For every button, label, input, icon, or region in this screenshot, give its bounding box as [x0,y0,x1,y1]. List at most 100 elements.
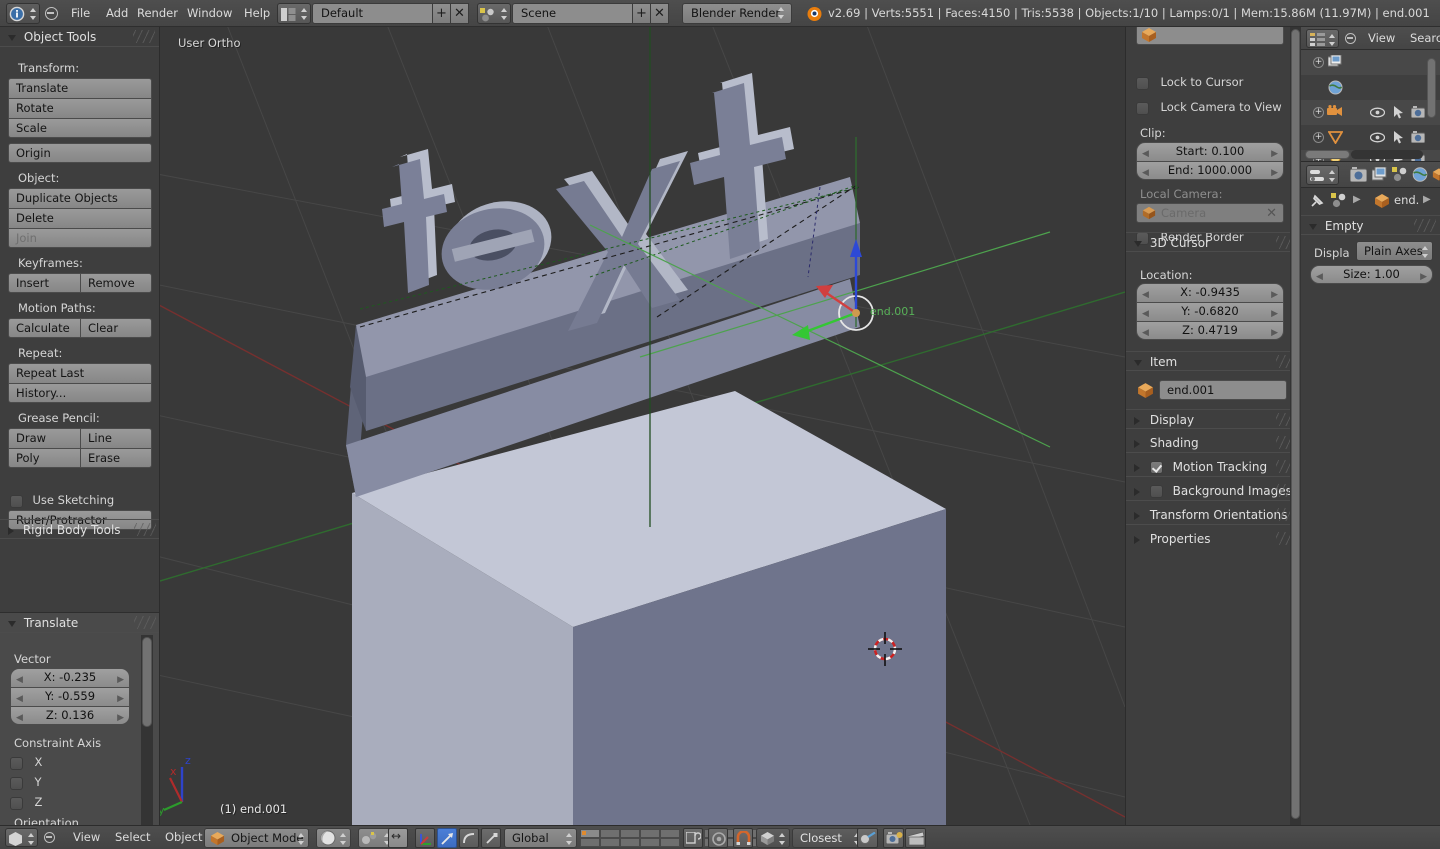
outliner-horizontal-scrollbar[interactable] [1305,150,1350,159]
constraint-axis-y-row[interactable]: Y [10,775,42,790]
cursor-arrow-icon[interactable] [1394,131,1405,144]
decrement-arrow-icon[interactable]: ◀ [1316,269,1323,286]
shading-panel-header[interactable]: Shading [1126,433,1301,453]
menu-add[interactable]: Add [101,5,133,22]
screen-layout-type-button[interactable] [277,3,311,24]
background-images-panel-header[interactable]: Background Images [1126,481,1301,501]
new-scene-button[interactable]: + [632,3,651,24]
scene-icon[interactable] [1331,193,1347,208]
rotate-manipulator-toggle[interactable] [459,828,479,848]
gpencil-draw-button[interactable]: Draw [8,428,80,448]
join-button[interactable]: Join [8,228,152,248]
origin-button[interactable]: Origin [8,143,152,163]
outliner-editor[interactable]: View Searc + + + [1301,27,1440,161]
transform-orientations-panel-header[interactable]: Transform Orientations [1126,505,1301,525]
pin-icon[interactable] [1309,193,1325,209]
viewport-canvas[interactable]: z x y [160,27,1125,825]
world-tab-icon[interactable] [1412,167,1428,182]
translate-button[interactable]: Translate [8,78,152,98]
scene-tab-icon[interactable] [1372,167,1388,182]
shading-spinner[interactable] [339,830,348,848]
clip-start-field[interactable]: ◀ Start: 0.100 ▶ [1136,142,1284,161]
viewport-menu-select[interactable]: Select [110,829,155,846]
eye-icon[interactable] [1370,107,1385,118]
display-panel-header[interactable]: Display [1126,409,1301,429]
increment-arrow-icon[interactable]: ▶ [1271,325,1278,342]
cursor-x-field[interactable]: ◀ X: -0.9435 ▶ [1136,283,1284,302]
camera-render-icon[interactable] [1411,106,1425,118]
view3d-editor-type-button[interactable] [5,828,38,847]
expand-icon[interactable]: + [1313,107,1324,118]
insert-keyframe-button[interactable]: Insert [8,273,80,293]
snap-element-spinner[interactable] [778,830,787,848]
item-panel-header[interactable]: Item [1126,351,1301,371]
expand-icon[interactable]: + [1313,57,1324,68]
properties-editor[interactable]: ▶ end. ▶ Empty Displa Plain Axes ◀ Size:… [1301,161,1440,825]
3d-cursor-panel-header[interactable]: 3D Cursor [1126,232,1301,252]
manipulator-toggle[interactable] [415,828,435,848]
object-tab-icon[interactable] [1392,167,1408,182]
expand-icon[interactable]: + [1313,132,1324,143]
collapse-menu-icon[interactable] [1345,33,1356,44]
lock-camera-to-view-checkbox[interactable] [1136,101,1149,115]
clip-end-field[interactable]: ◀ End: 1000.000 ▶ [1136,161,1284,180]
proportional-edit-toggle[interactable] [708,828,728,848]
scene-datablock-type-button[interactable] [477,3,511,24]
menu-help[interactable]: Help [239,5,275,22]
increment-arrow-icon[interactable]: ▶ [1420,269,1427,286]
background-images-checkbox[interactable] [1149,485,1163,498]
snap-toggle[interactable] [733,828,753,848]
scale-manipulator-toggle[interactable] [481,828,501,848]
lock-camera-button[interactable] [683,828,703,848]
increment-arrow-icon[interactable]: ▶ [1271,165,1278,182]
snap-element-select[interactable] [756,828,790,848]
rigid-body-tools-panel-header[interactable]: Rigid Body Tools [0,519,159,539]
delete-button[interactable]: Delete [8,208,152,228]
layers-block-1[interactable] [580,829,680,847]
constraint-axis-z-row[interactable]: Z [10,795,42,810]
outliner-row[interactable]: + [1301,100,1440,125]
gpencil-line-button[interactable]: Line [80,428,152,448]
clear-paths-button[interactable]: Clear [80,318,152,338]
editor-type-spinner[interactable] [1328,31,1337,49]
remove-keyframe-button[interactable]: Remove [80,273,152,293]
translate-manipulator-toggle[interactable] [437,828,457,848]
delete-scene-button[interactable]: ✕ [650,3,669,24]
object-cube-icon[interactable] [1374,193,1390,209]
increment-arrow-icon[interactable]: ▶ [117,710,124,727]
decrement-arrow-icon[interactable]: ◀ [16,710,23,727]
outliner-menu-search[interactable]: Searc [1405,30,1440,47]
constraint-axis-z-checkbox[interactable] [10,796,23,810]
scene-field[interactable]: Scene [512,3,642,24]
pivot-align-toggle[interactable]: ↔ [388,828,408,848]
render-engine-spinner[interactable] [777,4,786,22]
translate-operator-header[interactable]: Translate [0,613,159,633]
cursor-arrow-icon[interactable] [1394,106,1405,119]
npanel-scrollbar[interactable] [1291,29,1300,819]
decrement-arrow-icon[interactable]: ◀ [1142,165,1149,182]
motion-tracking-panel-header[interactable]: Motion Tracking [1126,457,1301,477]
translate-y-field[interactable]: ◀ Y: -0.559 ▶ [10,687,130,706]
lock-camera-to-view-row[interactable]: Lock Camera to View [1136,100,1282,115]
outliner-editor-type-button[interactable] [1306,29,1339,48]
empty-panel-header[interactable]: Empty [1301,215,1440,235]
editor-type-spinner[interactable] [29,5,38,23]
outliner-vertical-scrollbar[interactable] [1427,58,1436,118]
clear-local-camera-icon[interactable]: ✕ [1266,205,1277,222]
outliner-row[interactable]: + [1301,125,1440,150]
menu-file[interactable]: File [66,5,95,22]
interaction-mode-select[interactable]: Object Mode [204,828,309,848]
properties-panel-header[interactable]: Properties [1126,529,1301,549]
camera-render-icon[interactable] [1411,131,1425,143]
editor-type-spinner[interactable] [27,830,36,848]
info-editor-type-button[interactable] [6,3,40,24]
motion-tracking-checkbox[interactable] [1149,461,1163,474]
collapse-menu-icon[interactable] [44,832,55,843]
display-as-select[interactable]: Plain Axes [1356,241,1433,261]
lock-to-cursor-checkbox[interactable] [1136,76,1149,90]
item-object-name-field[interactable]: end.001 [1159,380,1287,400]
menu-window[interactable]: Window [182,5,237,22]
delete-screen-layout-button[interactable]: ✕ [450,3,469,24]
snap-peel-object-toggle[interactable] [857,828,878,848]
cursor-y-field[interactable]: ◀ Y: -0.6820 ▶ [1136,302,1284,321]
